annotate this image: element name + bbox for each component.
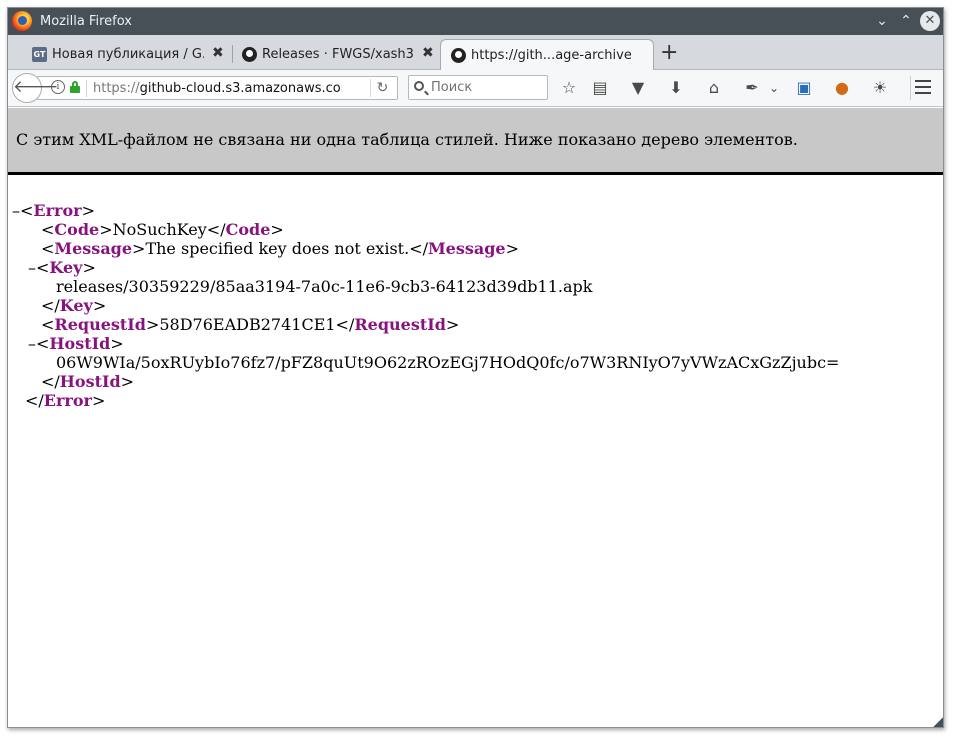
xml-requestid-element: <RequestId>58D76EADB2741CE1</RequestId> [41,315,460,334]
xml-requestid-value: 58D76EADB2741CE1 [159,315,336,334]
new-tab-plus-icon[interactable]: + [660,40,678,65]
home-icon[interactable]: ⌂ [704,78,724,98]
xml-info-banner: С этим XML-файлом не связана ни одна таб… [8,108,943,175]
navigation-bar: i https://github-cloud.s3.amazonaws.com/… [8,70,943,107]
tab-releases[interactable]: Releases · FWGS/xash3d ✖ [238,39,438,69]
xml-message-value: The specified key does not exist. [145,239,410,258]
url-host: github-cloud.s3.amazonaws.com/r [139,81,342,96]
github-favicon-icon [451,48,466,63]
extension-globe-icon[interactable]: ☀ [870,78,890,98]
xml-error-open: –<Error> [12,201,95,220]
url-scheme: https:// [93,81,140,96]
downloads-icon[interactable]: ⬇ [666,78,686,98]
extension-upload-icon[interactable]: ▣ [794,78,814,98]
tab-strip: GT Новая публикация / G... ✖ Releases · … [8,35,943,70]
xml-hostid-open: –<HostId> [28,334,124,353]
github-favicon-icon [242,47,257,62]
tab-package-archive[interactable]: https://gith...age-archive [440,39,654,70]
url-text[interactable]: https://github-cloud.s3.amazonaws.com/r [93,81,342,96]
xml-code-element: <Code>NoSuchKey</Code> [41,220,284,239]
collapse-toggle[interactable]: – [12,201,20,220]
xml-code-value: NoSuchKey [112,220,207,239]
browser-window: Mozilla Firefox ⌄ ⌃ ✕ GT Новая публикаци… [7,7,944,728]
close-window-icon[interactable]: ✕ [920,11,940,31]
search-icon [414,81,424,91]
minimize-icon[interactable]: ⌄ [872,11,892,31]
search-box[interactable] [408,75,548,100]
reading-list-icon[interactable]: ▤ [590,78,610,98]
tab-close-icon[interactable]: ✖ [422,45,434,61]
lock-icon[interactable] [70,81,80,93]
maximize-icon[interactable]: ⌃ [896,11,916,31]
reload-icon[interactable]: ↻ [370,79,394,97]
developer-tools-icon[interactable]: ✒ [742,78,762,98]
xml-error-close: </Error> [25,391,106,410]
toolbar-separator [910,76,911,100]
xml-key-close: </Key> [41,296,107,315]
pocket-icon[interactable]: ▼ [628,78,648,98]
collapse-toggle[interactable]: – [28,334,36,353]
tab-close-icon[interactable]: ✖ [212,45,224,61]
back-button[interactable]: 🡐 [12,73,59,103]
tab-label: Releases · FWGS/xash3d [262,46,414,62]
url-divider [86,80,87,97]
page-content: С этим XML-файлом не связана ни одна таб… [8,108,943,727]
xml-key-value: releases/30359229/85aa3194-7a0c-11e6-9cb… [56,277,593,296]
collapse-toggle[interactable]: – [28,258,36,277]
gt-favicon-icon: GT [32,47,47,62]
tab-separator [232,45,233,63]
tab-new-publication[interactable]: GT Новая публикация / G... ✖ [28,39,228,69]
title-bar: Mozilla Firefox ⌄ ⌃ ✕ [8,8,943,35]
xml-key-open: –<Key> [28,258,96,277]
extension-orange-icon[interactable]: ● [832,78,852,98]
xml-hostid-value: 06W9WIa/5oxRUybIo76fz7/pFZ8quUt9O62zROzE… [56,353,840,372]
xml-message-element: <Message>The specified key does not exis… [41,239,520,258]
xml-hostid-close: </HostId> [41,372,135,391]
xml-banner-text: С этим XML-файлом не связана ни одна таб… [16,130,798,149]
resize-grip[interactable] [931,717,943,727]
window-title: Mozilla Firefox [40,14,132,29]
search-input[interactable] [431,76,545,99]
bookmark-star-icon[interactable]: ☆ [559,78,579,98]
url-bar[interactable]: i https://github-cloud.s3.amazonaws.com/… [37,76,398,100]
hamburger-menu-icon[interactable] [915,80,931,94]
tab-label: Новая публикация / G... [52,46,204,62]
tab-label: https://gith...age-archive [471,47,631,63]
chevron-down-icon[interactable]: ⌄ [764,78,784,98]
firefox-logo-icon [12,11,32,31]
